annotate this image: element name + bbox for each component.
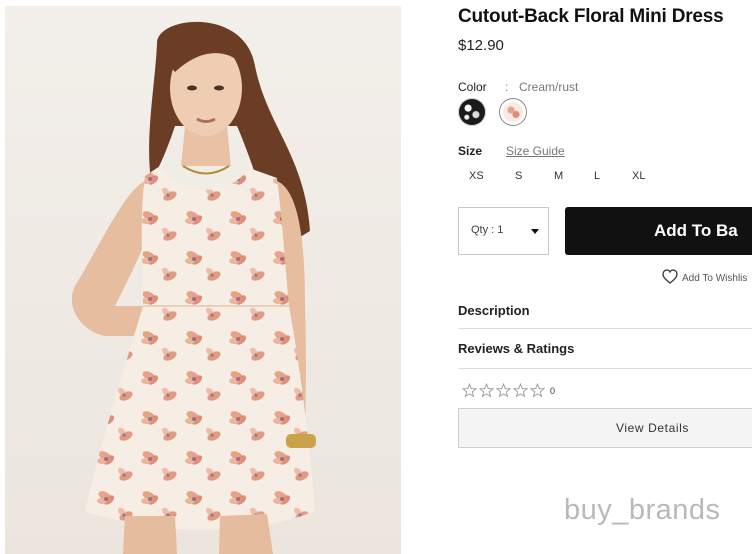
add-to-bag-button[interactable]: Add To Ba <box>565 207 752 255</box>
swatch-fill <box>503 102 523 122</box>
color-label: Color <box>458 80 487 94</box>
star-outline-icon <box>496 383 511 398</box>
star-outline-icon <box>462 383 477 398</box>
quantity-value: Qty : 1 <box>471 224 504 236</box>
product-price: $12.90 <box>458 37 504 54</box>
watermark-text: buy_brands <box>564 494 721 526</box>
star-outline-icon <box>530 383 545 398</box>
rating-stars <box>462 383 547 398</box>
product-title: Cutout-Back Floral Mini Dress <box>458 6 724 27</box>
model-in-dress-illustration <box>5 6 401 554</box>
size-option-m[interactable]: M <box>554 170 563 182</box>
product-image[interactable] <box>5 6 401 554</box>
rating-count: 0 <box>550 386 556 396</box>
quantity-select[interactable]: Qty : 1 <box>458 207 549 255</box>
product-details-panel: Cutout-Back Floral Mini Dress $12.90 Col… <box>458 0 752 554</box>
size-label: Size <box>458 144 483 158</box>
star-outline-icon <box>513 383 528 398</box>
size-option-xl[interactable]: XL <box>632 170 645 182</box>
add-to-wishlist-link[interactable]: Add To Wishlis <box>682 273 747 284</box>
description-section-toggle[interactable]: Description <box>458 303 530 318</box>
color-swatch-black-floral[interactable] <box>458 98 486 126</box>
color-separator: : <box>505 80 509 94</box>
selected-color-value: Cream/rust <box>519 80 579 94</box>
size-option-s[interactable]: S <box>515 170 522 182</box>
star-outline-icon <box>479 383 494 398</box>
color-swatch-cream-rust[interactable] <box>499 98 527 126</box>
add-to-bag-label: Add To Ba <box>654 221 738 240</box>
caret-down-icon <box>531 229 539 234</box>
divider <box>458 328 752 329</box>
size-option-l[interactable]: L <box>594 170 600 182</box>
view-details-button[interactable]: View Details <box>458 408 752 448</box>
divider <box>458 368 752 369</box>
size-guide-link[interactable]: Size Guide <box>506 144 565 158</box>
view-details-label: View Details <box>616 421 690 435</box>
reviews-section-toggle[interactable]: Reviews & Ratings <box>458 341 574 356</box>
size-option-xs[interactable]: XS <box>469 170 484 182</box>
swatch-fill <box>459 99 485 125</box>
heart-outline-icon[interactable] <box>662 269 678 284</box>
